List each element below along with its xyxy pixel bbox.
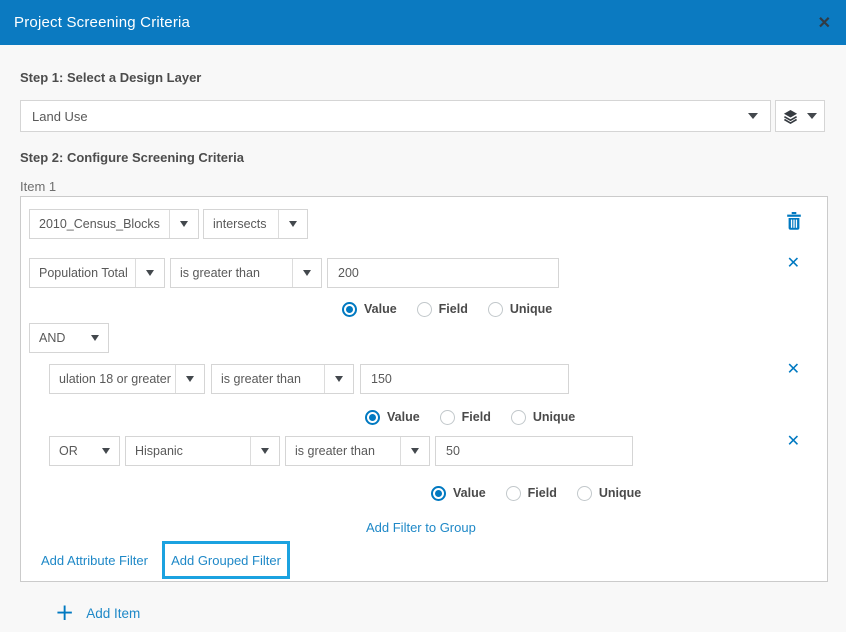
group-filter1-mode-radios: Value Field Unique — [365, 409, 575, 425]
chevron-down-icon — [292, 259, 321, 287]
chevron-down-icon — [175, 365, 204, 393]
item1-label: Item 1 — [20, 179, 56, 194]
filter1-row: Population Total is greater than — [29, 258, 559, 288]
group-filter2-field-dropdown[interactable]: Hispanic — [125, 436, 280, 466]
group-connector-value: AND — [30, 331, 82, 345]
layers-icon — [783, 109, 798, 124]
dialog-title: Project Screening Criteria — [14, 14, 190, 31]
layer-operator-row: 2010_Census_Blocks intersects — [29, 209, 308, 239]
add-grouped-filter-link[interactable]: Add Grouped Filter — [171, 553, 281, 568]
chevron-down-icon — [748, 113, 758, 119]
group-filter2-connector-dropdown[interactable]: OR — [49, 436, 120, 466]
chevron-down-icon — [93, 437, 119, 465]
filter1-operator-dropdown[interactable]: is greater than — [170, 258, 322, 288]
step1-label: Step 1: Select a Design Layer — [20, 70, 201, 85]
delete-item-button[interactable] — [786, 212, 802, 230]
layer-options-button[interactable] — [775, 100, 825, 132]
chevron-down-icon — [324, 365, 353, 393]
step2-label: Step 2: Configure Screening Criteria — [20, 150, 244, 165]
highlight-box: Add Grouped Filter — [162, 541, 290, 579]
radio-unselected-icon — [417, 302, 432, 317]
design-layer-select[interactable]: Land Use — [20, 100, 771, 132]
radio-selected-icon — [365, 410, 380, 425]
add-filter-to-group-link[interactable]: Add Filter to Group — [366, 520, 476, 535]
radio-field-label: Field — [439, 302, 468, 316]
radio-selected-icon — [431, 486, 446, 501]
chevron-down-icon — [169, 210, 198, 238]
radio-unique-label: Unique — [533, 410, 575, 424]
chevron-down-icon — [807, 113, 817, 119]
group-filter1-field-dropdown[interactable]: ulation 18 or greater — [49, 364, 205, 394]
radio-field-label: Field — [462, 410, 491, 424]
radio-field[interactable]: Field — [417, 302, 468, 317]
radio-unique[interactable]: Unique — [488, 302, 552, 317]
group-filter1-row: ulation 18 or greater is greater than — [49, 364, 569, 394]
group-connector-row: AND — [29, 323, 109, 353]
group-connector-dropdown[interactable]: AND — [29, 323, 109, 353]
group-filter2-mode-radios: Value Field Unique — [431, 485, 641, 501]
group-filter2-connector-value: OR — [50, 444, 93, 458]
radio-value[interactable]: Value — [365, 410, 420, 425]
group-filter2-value-input[interactable] — [435, 436, 633, 466]
group-filter2-row: OR Hispanic is greater than — [49, 436, 633, 466]
filter1-mode-radios: Value Field Unique — [342, 301, 552, 317]
chevron-down-icon — [278, 210, 307, 238]
radio-unique-label: Unique — [510, 302, 552, 316]
radio-unique[interactable]: Unique — [511, 410, 575, 425]
filter1-field-dropdown[interactable]: Population Total — [29, 258, 165, 288]
target-layer-dropdown[interactable]: 2010_Census_Blocks — [29, 209, 199, 239]
radio-value-label: Value — [387, 410, 420, 424]
radio-unselected-icon — [506, 486, 521, 501]
radio-unselected-icon — [488, 302, 503, 317]
radio-field-label: Field — [528, 486, 557, 500]
plus-icon: + — [55, 603, 74, 623]
add-item-button[interactable]: + Add Item — [55, 603, 140, 623]
radio-unselected-icon — [577, 486, 592, 501]
radio-unique-label: Unique — [599, 486, 641, 500]
trash-icon — [786, 212, 802, 230]
group-filter2-operator-dropdown[interactable]: is greater than — [285, 436, 430, 466]
chevron-down-icon — [250, 437, 279, 465]
radio-selected-icon — [342, 302, 357, 317]
chevron-down-icon — [82, 324, 108, 352]
radio-value[interactable]: Value — [342, 302, 397, 317]
design-layer-value: Land Use — [21, 109, 748, 124]
target-layer-value: 2010_Census_Blocks — [30, 217, 169, 231]
group-filter1-operator-dropdown[interactable]: is greater than — [211, 364, 354, 394]
add-attribute-filter-link[interactable]: Add Attribute Filter — [41, 553, 148, 568]
add-item-label: Add Item — [86, 606, 140, 621]
radio-value-label: Value — [364, 302, 397, 316]
item1-panel: 2010_Census_Blocks intersects — [20, 196, 828, 582]
spatial-operator-value: intersects — [204, 217, 278, 231]
radio-unselected-icon — [511, 410, 526, 425]
filter1-operator-value: is greater than — [171, 266, 292, 280]
group-filter2-field-value: Hispanic — [126, 444, 250, 458]
radio-field[interactable]: Field — [440, 410, 491, 425]
spatial-operator-dropdown[interactable]: intersects — [203, 209, 308, 239]
close-icon[interactable]: ✕ — [818, 0, 831, 45]
filter1-value-input[interactable] — [327, 258, 559, 288]
radio-value[interactable]: Value — [431, 486, 486, 501]
dialog-header: Project Screening Criteria ✕ — [0, 0, 846, 45]
radio-value-label: Value — [453, 486, 486, 500]
chevron-down-icon — [400, 437, 429, 465]
group-filter1-field-value: ulation 18 or greater — [50, 372, 175, 386]
chevron-down-icon — [135, 259, 164, 287]
filter1-field-value: Population Total — [30, 266, 135, 280]
project-screening-criteria-dialog: Project Screening Criteria ✕ Step 1: Sel… — [0, 0, 846, 632]
group-filter1-operator-value: is greater than — [212, 372, 324, 386]
group-filter1-value-input[interactable] — [360, 364, 569, 394]
radio-unique[interactable]: Unique — [577, 486, 641, 501]
group-filter2-operator-value: is greater than — [286, 444, 400, 458]
radio-unselected-icon — [440, 410, 455, 425]
radio-field[interactable]: Field — [506, 486, 557, 501]
